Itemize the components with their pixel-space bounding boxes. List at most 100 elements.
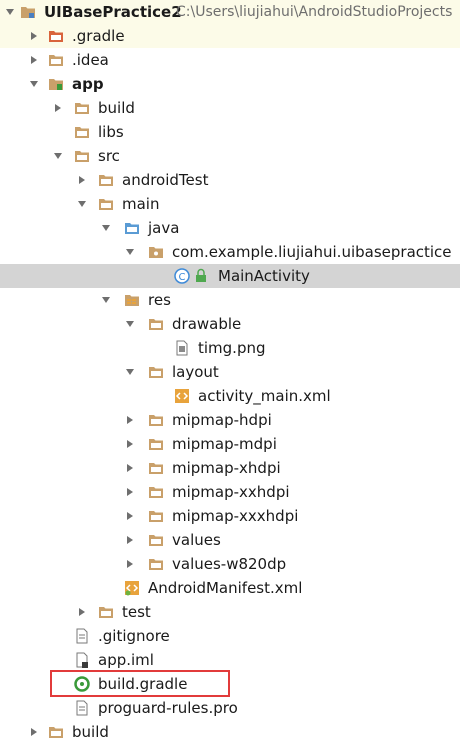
chevron-right-icon[interactable]	[124, 552, 136, 576]
chevron-down-icon[interactable]	[4, 0, 16, 24]
folder-icon	[148, 364, 164, 380]
tree-row-proguard[interactable]: proguard-rules.pro	[0, 696, 460, 720]
chevron-down-icon[interactable]	[124, 360, 136, 384]
tree-label: mipmap-xhdpi	[172, 459, 281, 477]
chevron-right-icon[interactable]	[76, 168, 88, 192]
chevron-right-icon[interactable]	[52, 96, 64, 120]
tree-row-mipmap-mdpi[interactable]: mipmap-mdpi	[0, 432, 460, 456]
tree-label: build	[72, 723, 109, 741]
tree-row-timg[interactable]: timg.png	[0, 336, 460, 360]
tree-row-java[interactable]: java	[0, 216, 460, 240]
chevron-down-icon[interactable]	[100, 216, 112, 240]
iml-file-icon	[74, 652, 90, 668]
chevron-right-icon[interactable]	[76, 600, 88, 624]
image-file-icon	[174, 340, 190, 356]
folder-icon	[148, 316, 164, 332]
tree-row-gradle-dir[interactable]: .gradle	[0, 24, 460, 48]
tree-label: .gradle	[72, 27, 125, 45]
chevron-right-icon[interactable]	[28, 48, 40, 72]
folder-icon	[48, 28, 64, 44]
tree-row-activity-main[interactable]: activity_main.xml	[0, 384, 460, 408]
tree-label: drawable	[172, 315, 242, 333]
folder-icon	[98, 196, 114, 212]
tree-row-main[interactable]: main	[0, 192, 460, 216]
tree-row-values[interactable]: values	[0, 528, 460, 552]
tree-label: mipmap-xxhdpi	[172, 483, 290, 501]
folder-icon	[148, 532, 164, 548]
tree-label: main	[122, 195, 160, 213]
chevron-down-icon[interactable]	[52, 144, 64, 168]
tree-label: values	[172, 531, 221, 549]
tree-label: activity_main.xml	[198, 387, 331, 405]
chevron-right-icon[interactable]	[124, 408, 136, 432]
folder-icon	[148, 460, 164, 476]
tree-row-gitignore[interactable]: .gitignore	[0, 624, 460, 648]
tree-row-layout[interactable]: layout	[0, 360, 460, 384]
tree-row-app-build[interactable]: build	[0, 96, 460, 120]
file-icon	[74, 700, 90, 716]
folder-icon	[48, 52, 64, 68]
tree-row-mipmap-xxhdpi[interactable]: mipmap-xxhdpi	[0, 480, 460, 504]
tree-row-android-test[interactable]: androidTest	[0, 168, 460, 192]
tree-label: proguard-rules.pro	[98, 699, 238, 717]
tree-label: libs	[98, 123, 124, 141]
tree-row-main-activity[interactable]: C MainActivity	[0, 264, 460, 288]
tree-row-project-root[interactable]: UIBasePractice2 C:\Users\liujiahui\Andro…	[0, 0, 460, 24]
tree-row-root-build[interactable]: build	[0, 720, 460, 744]
folder-icon	[74, 124, 90, 140]
project-path: C:\Users\liujiahui\AndroidStudioProjects	[176, 4, 453, 20]
tree-row-mipmap-xxxhdpi[interactable]: mipmap-xxxhdpi	[0, 504, 460, 528]
module-folder-icon	[20, 4, 36, 20]
tree-row-app[interactable]: app	[0, 72, 460, 96]
tree-label: mipmap-mdpi	[172, 435, 277, 453]
chevron-right-icon[interactable]	[28, 720, 40, 744]
resource-folder-icon	[124, 292, 140, 308]
chevron-right-icon[interactable]	[124, 528, 136, 552]
tree-row-res[interactable]: res	[0, 288, 460, 312]
chevron-down-icon[interactable]	[76, 192, 88, 216]
chevron-right-icon[interactable]	[28, 24, 40, 48]
folder-icon	[148, 484, 164, 500]
folder-icon	[148, 556, 164, 572]
folder-icon	[148, 412, 164, 428]
tree-row-mipmap-hdpi[interactable]: mipmap-hdpi	[0, 408, 460, 432]
tree-row-app-iml[interactable]: app.iml	[0, 648, 460, 672]
tree-label: src	[98, 147, 120, 165]
tree-row-mipmap-xhdpi[interactable]: mipmap-xhdpi	[0, 456, 460, 480]
project-tree: UIBasePractice2 C:\Users\liujiahui\Andro…	[0, 0, 460, 748]
class-icon: C	[174, 268, 190, 284]
folder-icon	[148, 436, 164, 452]
tree-label: mipmap-hdpi	[172, 411, 272, 429]
module-folder-icon	[48, 76, 64, 92]
project-name: UIBasePractice2	[44, 3, 182, 21]
chevron-down-icon[interactable]	[100, 288, 112, 312]
chevron-down-icon[interactable]	[124, 240, 136, 264]
tree-row-package[interactable]: com.example.liujiahui.uibasepractice	[0, 240, 460, 264]
tree-row-manifest[interactable]: AndroidManifest.xml	[0, 576, 460, 600]
tree-row-drawable[interactable]: drawable	[0, 312, 460, 336]
tree-row-libs[interactable]: libs	[0, 120, 460, 144]
tree-row-values-w820dp[interactable]: values-w820dp	[0, 552, 460, 576]
chevron-right-icon[interactable]	[124, 432, 136, 456]
chevron-right-icon[interactable]	[124, 456, 136, 480]
tree-label: timg.png	[198, 339, 266, 357]
tree-label: test	[122, 603, 151, 621]
chevron-right-icon[interactable]	[124, 504, 136, 528]
chevron-right-icon[interactable]	[124, 480, 136, 504]
tree-label: app	[72, 75, 104, 93]
tree-label: mipmap-xxxhdpi	[172, 507, 299, 525]
tree-label: com.example.liujiahui.uibasepractice	[172, 243, 452, 261]
folder-icon	[98, 604, 114, 620]
chevron-down-icon[interactable]	[124, 312, 136, 336]
chevron-down-icon[interactable]	[28, 72, 40, 96]
tree-label: layout	[172, 363, 219, 381]
tree-row-test[interactable]: test	[0, 600, 460, 624]
folder-icon	[98, 172, 114, 188]
xml-file-icon	[174, 388, 190, 404]
tree-row-src[interactable]: src	[0, 144, 460, 168]
source-folder-icon	[124, 220, 140, 236]
folder-icon	[48, 724, 64, 740]
package-icon	[148, 244, 164, 260]
tree-row-idea-dir[interactable]: .idea	[0, 48, 460, 72]
svg-text:C: C	[179, 272, 186, 283]
